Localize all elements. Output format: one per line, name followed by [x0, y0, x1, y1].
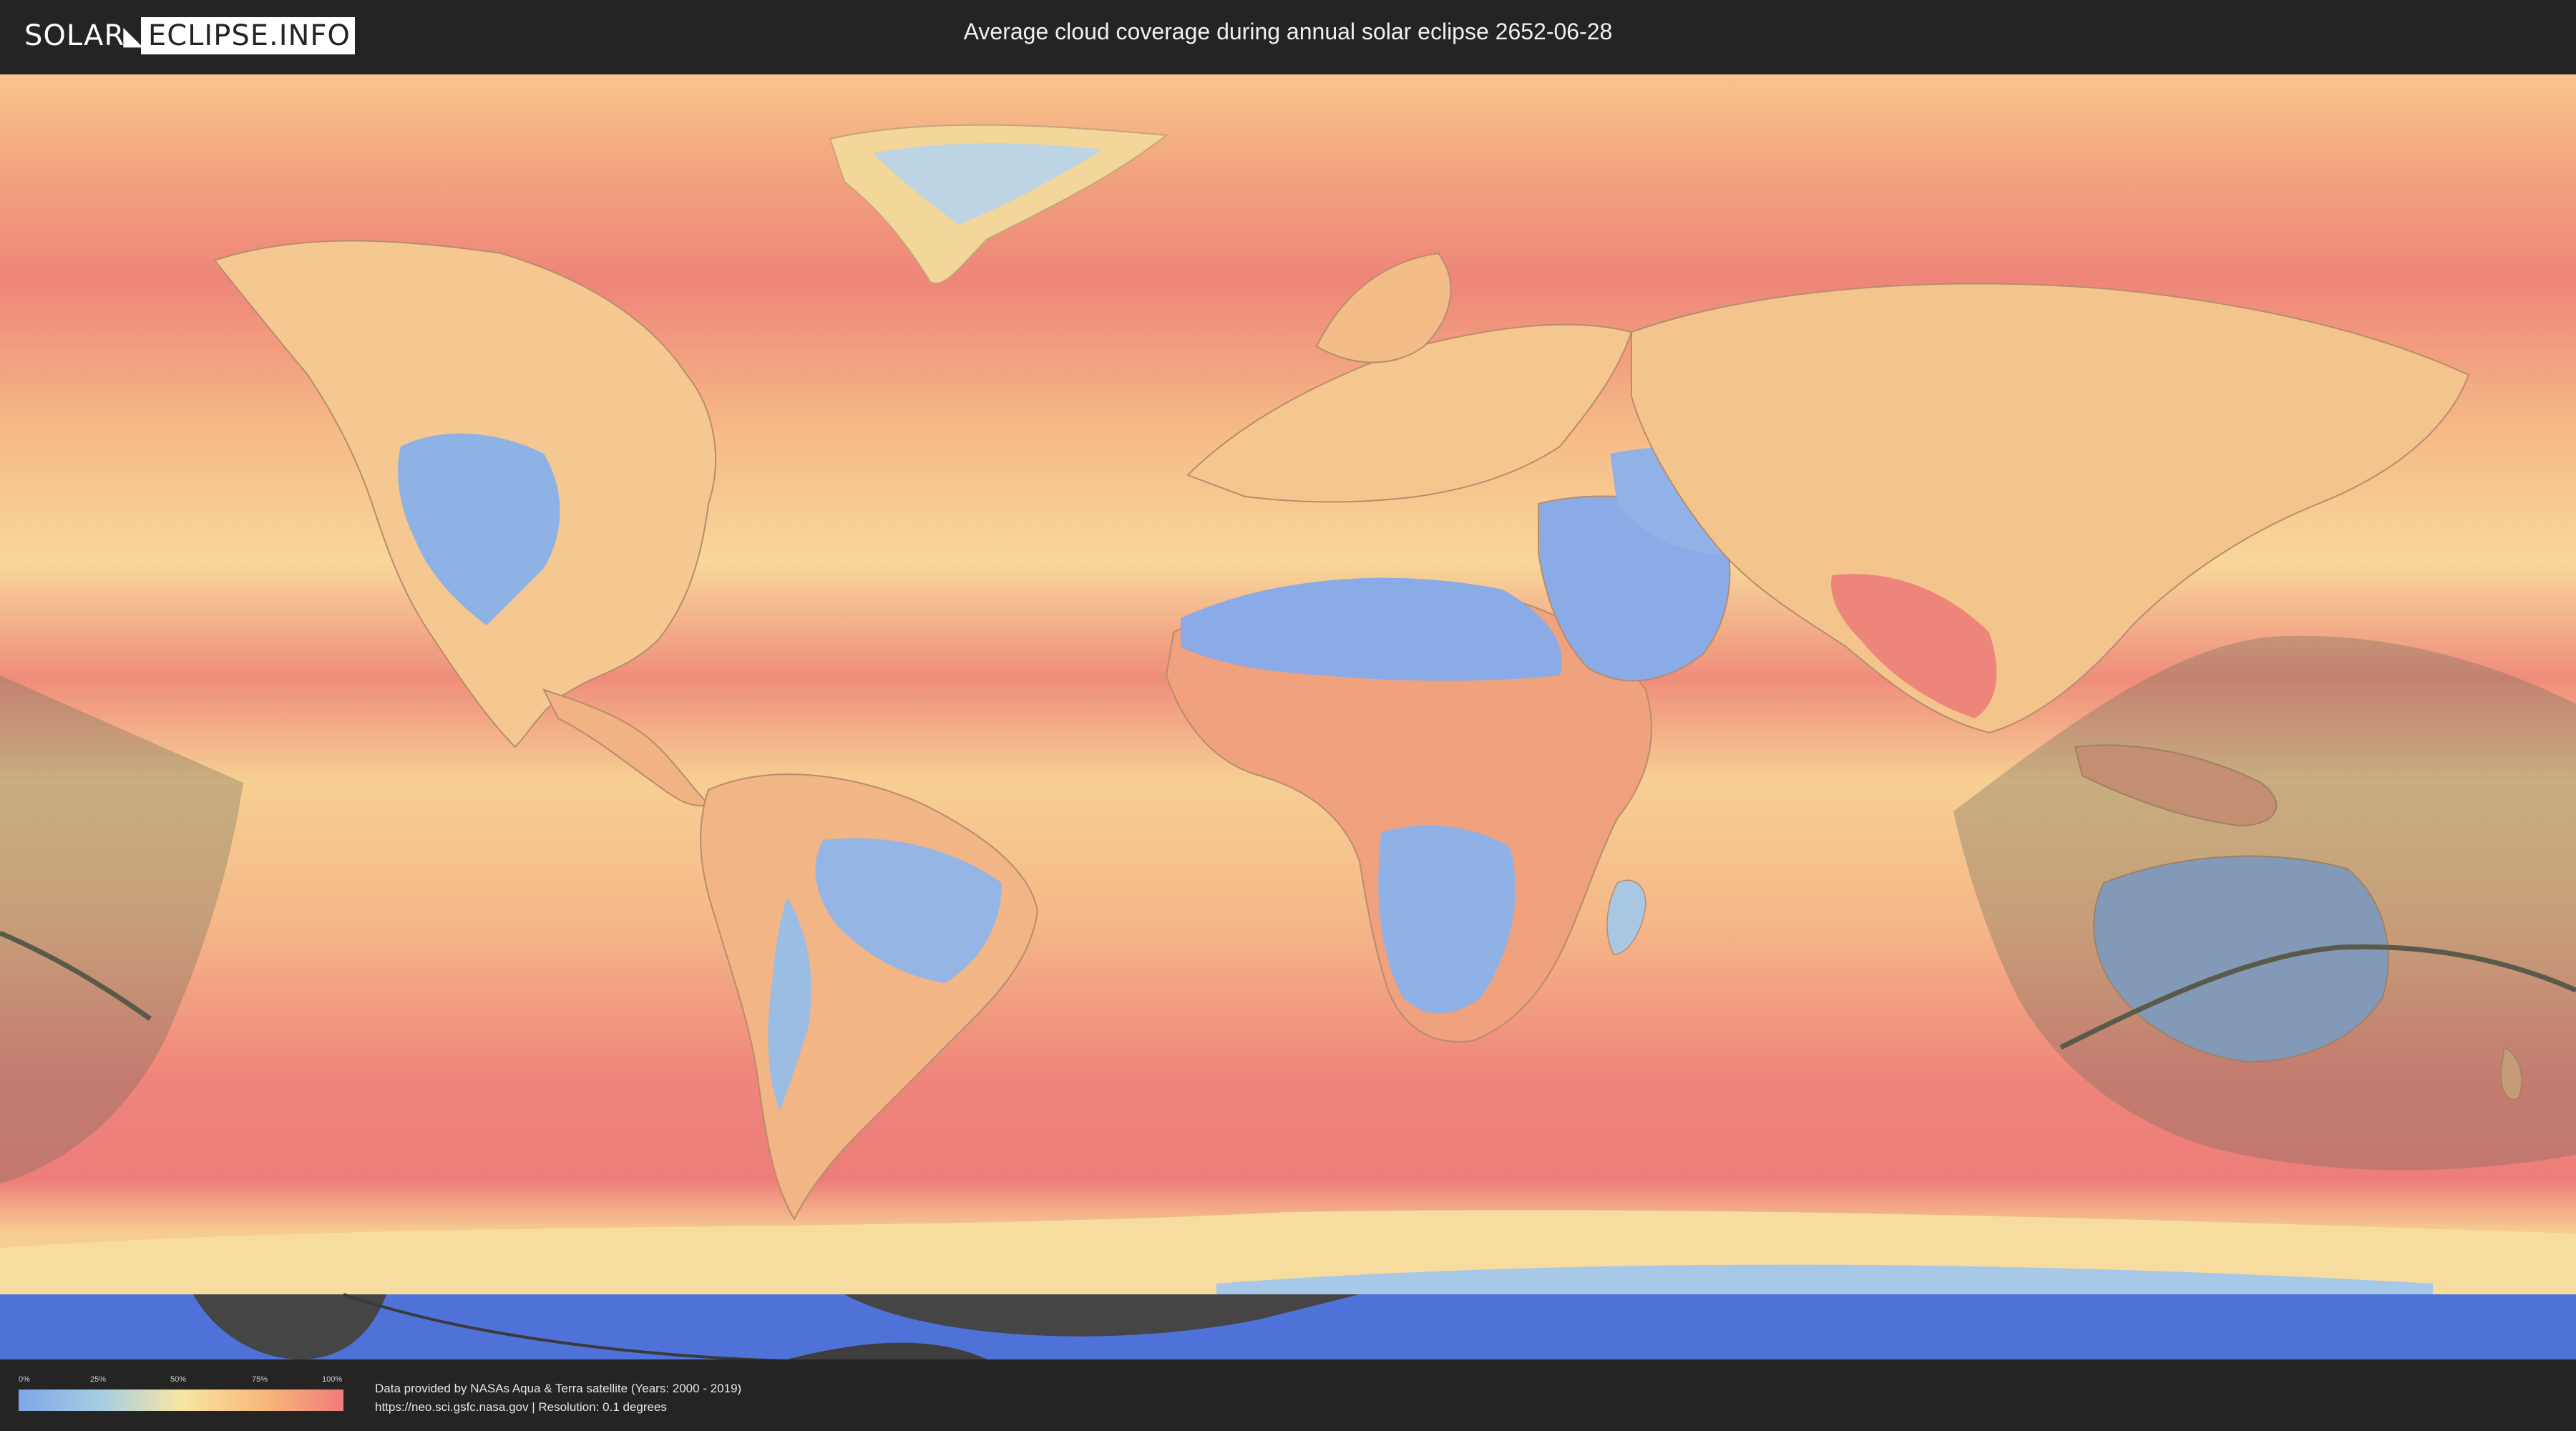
page-title: Average cloud coverage during annual sol… — [963, 19, 1613, 44]
credits-line-2[interactable]: https://neo.sci.gsfc.nasa.gov | Resoluti… — [375, 1398, 741, 1417]
legend-tick-50: 50% — [170, 1375, 187, 1384]
map-canvas — [0, 74, 2576, 1359]
legend-tick-75: 75% — [252, 1375, 268, 1384]
logo-separator-icon: ◣ — [123, 21, 144, 51]
legend-color-bar — [19, 1390, 343, 1411]
cloud-coverage-map — [0, 74, 2576, 1359]
credits-line-1: Data provided by NASAs Aqua & Terra sate… — [375, 1382, 742, 1395]
legend-tick-0: 0% — [19, 1375, 30, 1384]
footer-bar: 0% 25% 50% 75% 100% Data provided by NAS… — [0, 1359, 2576, 1431]
data-credits: Data provided by NASAs Aqua & Terra sate… — [375, 1379, 741, 1417]
legend-tick-25: 25% — [90, 1375, 107, 1384]
cloud-coverage-legend: 0% 25% 50% 75% 100% — [19, 1375, 343, 1415]
header-bar: SOLAR ◣ ECLIPSE.INFO Average cloud cover… — [0, 0, 2576, 72]
legend-tick-100: 100% — [322, 1375, 343, 1384]
legend-ticks: 0% 25% 50% 75% 100% — [19, 1375, 343, 1387]
